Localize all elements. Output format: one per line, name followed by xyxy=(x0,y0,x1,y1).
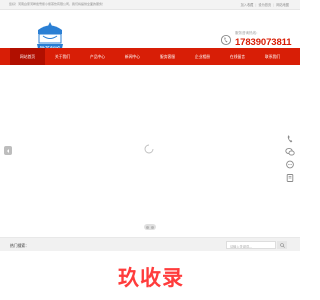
sitemap-link[interactable]: 网站地图 xyxy=(275,3,290,7)
phone-icon xyxy=(221,34,231,46)
watermark: 玖收录 xyxy=(118,266,184,290)
nav-item-home[interactable]: 网站首页 xyxy=(10,48,45,65)
top-bar: 您好！河南白家河畔蜜雪熊小熊茶饮有限公司，我们将提供全面的服务！ 加入收藏 | 设为… xyxy=(0,0,300,10)
site-header: 锄茶鲜饮 服务咨询热线： 17839073811 xyxy=(0,10,300,53)
add-favorite-link[interactable]: 加入收藏 xyxy=(240,3,255,7)
spinner-icon xyxy=(144,144,154,154)
set-homepage-link[interactable]: 设为首页 xyxy=(257,3,272,7)
nav-item-news[interactable]: 新闻中心 xyxy=(115,48,150,65)
arrow-left-icon[interactable] xyxy=(4,146,12,155)
slider-pagination[interactable] xyxy=(144,224,156,230)
nav-item-message[interactable]: 在线留言 xyxy=(220,48,255,65)
nav-item-album[interactable]: 企业相册 xyxy=(185,48,220,65)
floating-sidebar xyxy=(283,133,297,187)
nav-item-products[interactable]: 产品中心 xyxy=(80,48,115,65)
top-links: 加入收藏 | 设为首页 | 网站地图 xyxy=(240,2,290,7)
search-button[interactable] xyxy=(277,241,287,249)
chat-icon[interactable] xyxy=(283,159,297,171)
search-icon xyxy=(279,242,285,248)
nav-item-contact[interactable]: 联系我们 xyxy=(255,48,290,65)
hotline-number[interactable]: 17839073811 xyxy=(235,37,292,48)
welcome-text: 您好！河南白家河畔蜜雪熊小熊茶饮有限公司，我们将提供全面的服务！ xyxy=(9,2,106,6)
search-input[interactable]: 请输入关键词... xyxy=(226,241,276,249)
hot-search-label: 热门搜索： xyxy=(10,243,29,248)
nav-item-about[interactable]: 关于我们 xyxy=(45,48,80,65)
hot-search-bar: 热门搜索： 请输入关键词... xyxy=(0,237,300,251)
hotline-caption: 服务咨询热线： xyxy=(235,31,260,35)
phone-icon[interactable] xyxy=(283,133,297,145)
main-nav: 网站首页 关于我们 产品中心 新闻中心 服务客服 企业相册 在线留言 联系我们 xyxy=(0,48,300,65)
back-to-top-icon[interactable] xyxy=(283,172,297,184)
wechat-icon[interactable] xyxy=(283,146,297,158)
nav-item-service[interactable]: 服务客服 xyxy=(150,48,185,65)
